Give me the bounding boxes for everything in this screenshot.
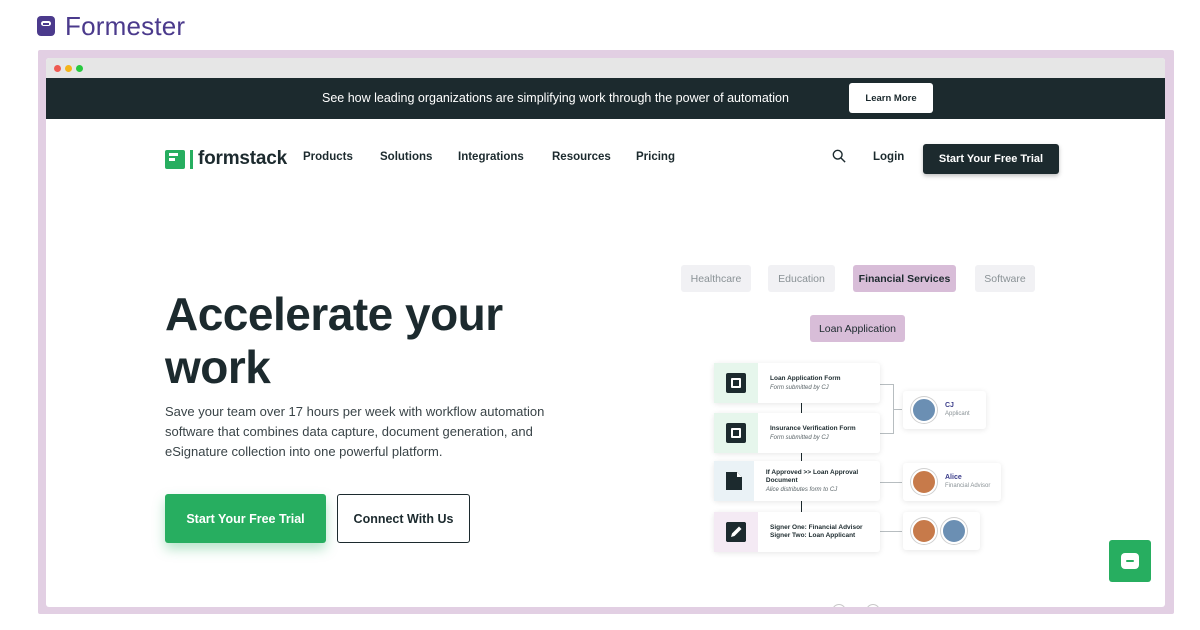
chat-button[interactable] [1109, 540, 1151, 582]
banner-text: See how leading organizations are simpli… [322, 91, 789, 105]
carousel-dots [832, 604, 880, 607]
screenshot-frame: See how leading organizations are simpli… [38, 50, 1174, 614]
tab-software[interactable]: Software [975, 265, 1035, 292]
step-title: Signer Two: Loan Applicant [770, 532, 856, 539]
step-description: Form submitted by CJ [770, 434, 829, 441]
person-name: CJ [945, 402, 954, 409]
step-title: If Approved >> Loan Approval Document [765, 468, 859, 484]
formester-logo-icon [37, 16, 55, 36]
maximize-window-icon[interactable] [76, 64, 83, 72]
minimize-window-icon[interactable] [65, 64, 72, 72]
nav-item-resources[interactable]: Resources [552, 151, 611, 163]
nav-item-pricing[interactable]: Pricing [636, 151, 675, 163]
step-title: Signer One: Financial Advisor [770, 524, 863, 531]
formstack-logo-bar [190, 149, 193, 169]
person-card-signers [903, 512, 980, 550]
formester-brand: Formester [37, 10, 185, 42]
workflow-step: Loan Application Form Form submitted by … [714, 363, 880, 403]
connect-with-us-button[interactable]: Connect With Us [337, 494, 470, 543]
nav-item-products[interactable]: Products [303, 151, 353, 163]
formstack-logo-text: formstack [198, 148, 288, 169]
avatar [911, 397, 937, 423]
step-description: Form submitted by CJ [770, 384, 829, 391]
tab-healthcare[interactable]: Healthcare [681, 265, 751, 292]
hero-start-free-trial-button[interactable]: Start Your Free Trial [165, 494, 326, 543]
avatar [911, 469, 937, 495]
workflow-step: Signer One: Financial Advisor Signer Two… [714, 512, 880, 552]
avatar [941, 518, 967, 544]
form-icon [726, 373, 746, 393]
tab-financial-services[interactable]: Financial Services [853, 265, 956, 292]
carousel-dot[interactable] [866, 604, 880, 607]
hero-subtitle: Save your team over 17 hours per week wi… [165, 404, 545, 459]
main-navigation: formstack Products Solutions Integration… [46, 119, 1165, 197]
person-role: Applicant [945, 411, 970, 417]
browser-window: See how leading organizations are simpli… [46, 58, 1165, 607]
brand-name: Formester [65, 10, 186, 41]
nav-item-integrations[interactable]: Integrations [458, 151, 524, 163]
carousel-dot[interactable] [832, 604, 846, 607]
formstack-logo-icon [165, 149, 185, 169]
step-title: Loan Application Form [770, 374, 841, 382]
connector-bracket [880, 384, 894, 434]
tab-education[interactable]: Education [768, 265, 835, 292]
window-titlebar [46, 58, 1165, 78]
chat-icon [1121, 553, 1139, 569]
person-card-cj: CJ Applicant [903, 391, 986, 429]
step-icon-wrap [714, 512, 758, 552]
learn-more-button[interactable]: Learn More [849, 83, 933, 113]
person-name: Alice [945, 474, 962, 481]
workflow-step: If Approved >> Loan Approval Document Al… [714, 461, 880, 501]
connector-line [894, 409, 902, 410]
hero-title: Accelerate your work [165, 288, 503, 393]
step-icon-wrap [714, 413, 758, 453]
close-window-icon[interactable] [54, 64, 61, 72]
document-icon [725, 472, 742, 490]
step-title: Insurance Verification Form [770, 424, 856, 432]
formstack-logo[interactable]: formstack [165, 148, 287, 170]
person-role: Financial Advisor [945, 483, 991, 489]
step-icon-wrap [714, 363, 758, 403]
announcement-banner: See how leading organizations are simpli… [46, 78, 1165, 119]
connector-line [880, 482, 902, 483]
nav-start-free-trial-button[interactable]: Start Your Free Trial [923, 144, 1059, 174]
avatar [911, 518, 937, 544]
pen-icon [726, 522, 746, 542]
connector-line [880, 531, 902, 532]
loan-application-tag: Loan Application [810, 315, 905, 342]
step-icon-wrap [714, 461, 754, 501]
form-icon [726, 423, 746, 443]
person-card-alice: Alice Financial Advisor [903, 463, 1001, 501]
workflow-step: Insurance Verification Form Form submitt… [714, 413, 880, 453]
search-icon[interactable] [832, 149, 846, 163]
login-link[interactable]: Login [873, 151, 904, 163]
nav-item-solutions[interactable]: Solutions [380, 151, 432, 163]
step-description: Alice distributes form to CJ [765, 486, 838, 493]
